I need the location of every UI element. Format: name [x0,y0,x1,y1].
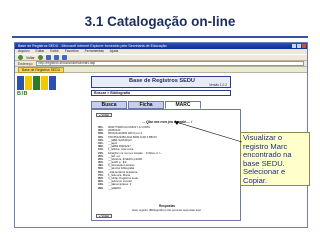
tab-ficha[interactable]: Ficha [128,101,164,109]
tab-busca[interactable]: Busca [91,101,127,109]
window-controls [292,44,306,48]
voltar-button-bottom[interactable]: « Voltar [96,214,112,218]
marc-tag: 999- [98,186,104,190]
menu-item[interactable]: Arquivo [18,49,30,53]
window-title: Base de Registros SEDU - Microsoft Inter… [18,44,167,48]
browser-tab[interactable]: Base de Registros SEDU [18,66,65,73]
result-text: Este registro (Bibliográfico) não possuí… [132,208,202,212]
home-icon[interactable] [61,55,67,60]
menu-item[interactable]: Favoritos [65,49,79,53]
close-icon[interactable] [302,44,306,48]
breadcrumb-text: Buscar > Bibliografia [94,91,131,95]
record-title: ... Qlar ma non jeu Anqalé.... / [142,120,192,124]
minimize-icon[interactable] [292,44,296,48]
back-label[interactable]: Voltar [26,56,35,60]
marc-record[interactable]: 001- 0000779900 ACO05217 & COPIU 005- 20060… [98,126,238,190]
maximize-icon[interactable] [297,44,301,48]
address-label: Endereço [18,61,33,66]
voltar-button[interactable]: « Voltar [96,113,112,117]
address-input[interactable]: http://registros.sedu/Biblioteca/marc.as… [35,61,304,66]
title-rule [12,36,308,38]
tab-bar: Busca Ficha MARC [91,101,202,109]
menu-item[interactable]: Ajuda [110,49,119,53]
browser-toolbar: Voltar [15,54,307,61]
refresh-icon[interactable] [53,55,59,60]
forward-icon[interactable] [37,55,43,60]
links-bar: Base de Registros SEDU [15,66,307,73]
app-version: Versão 1.0.2 [209,83,227,87]
menu-item[interactable]: Ferramentas [85,49,104,53]
logo-mark-icon [17,76,63,90]
window-titlebar: Base de Registros SEDU - Microsoft Inter… [15,43,307,49]
logo-text: BIB [17,91,28,97]
header-box: Base de Registros SEDU Versão 1.0.2 [91,76,231,88]
logo: BIB [17,76,63,116]
tab-marc[interactable]: MARC [165,101,201,109]
stop-icon[interactable] [45,55,51,60]
slide-title: 3.1 Catalogação on-line [84,14,236,29]
menu-item[interactable]: Exibir [50,49,58,53]
marc-panel: « Voltar ... Qlar ma non jeu Anqalé.... … [91,109,241,221]
menu-item[interactable]: Editar [35,49,44,53]
marc-line[interactable]: 999- __|aSEDU [98,187,238,190]
callout-box: Visualizar o registro Marc encontrado na… [240,132,310,186]
marc-value: __|aSEDU [108,186,122,190]
breadcrumb: Buscar > Bibliografia [91,90,231,96]
back-icon[interactable] [18,55,23,60]
